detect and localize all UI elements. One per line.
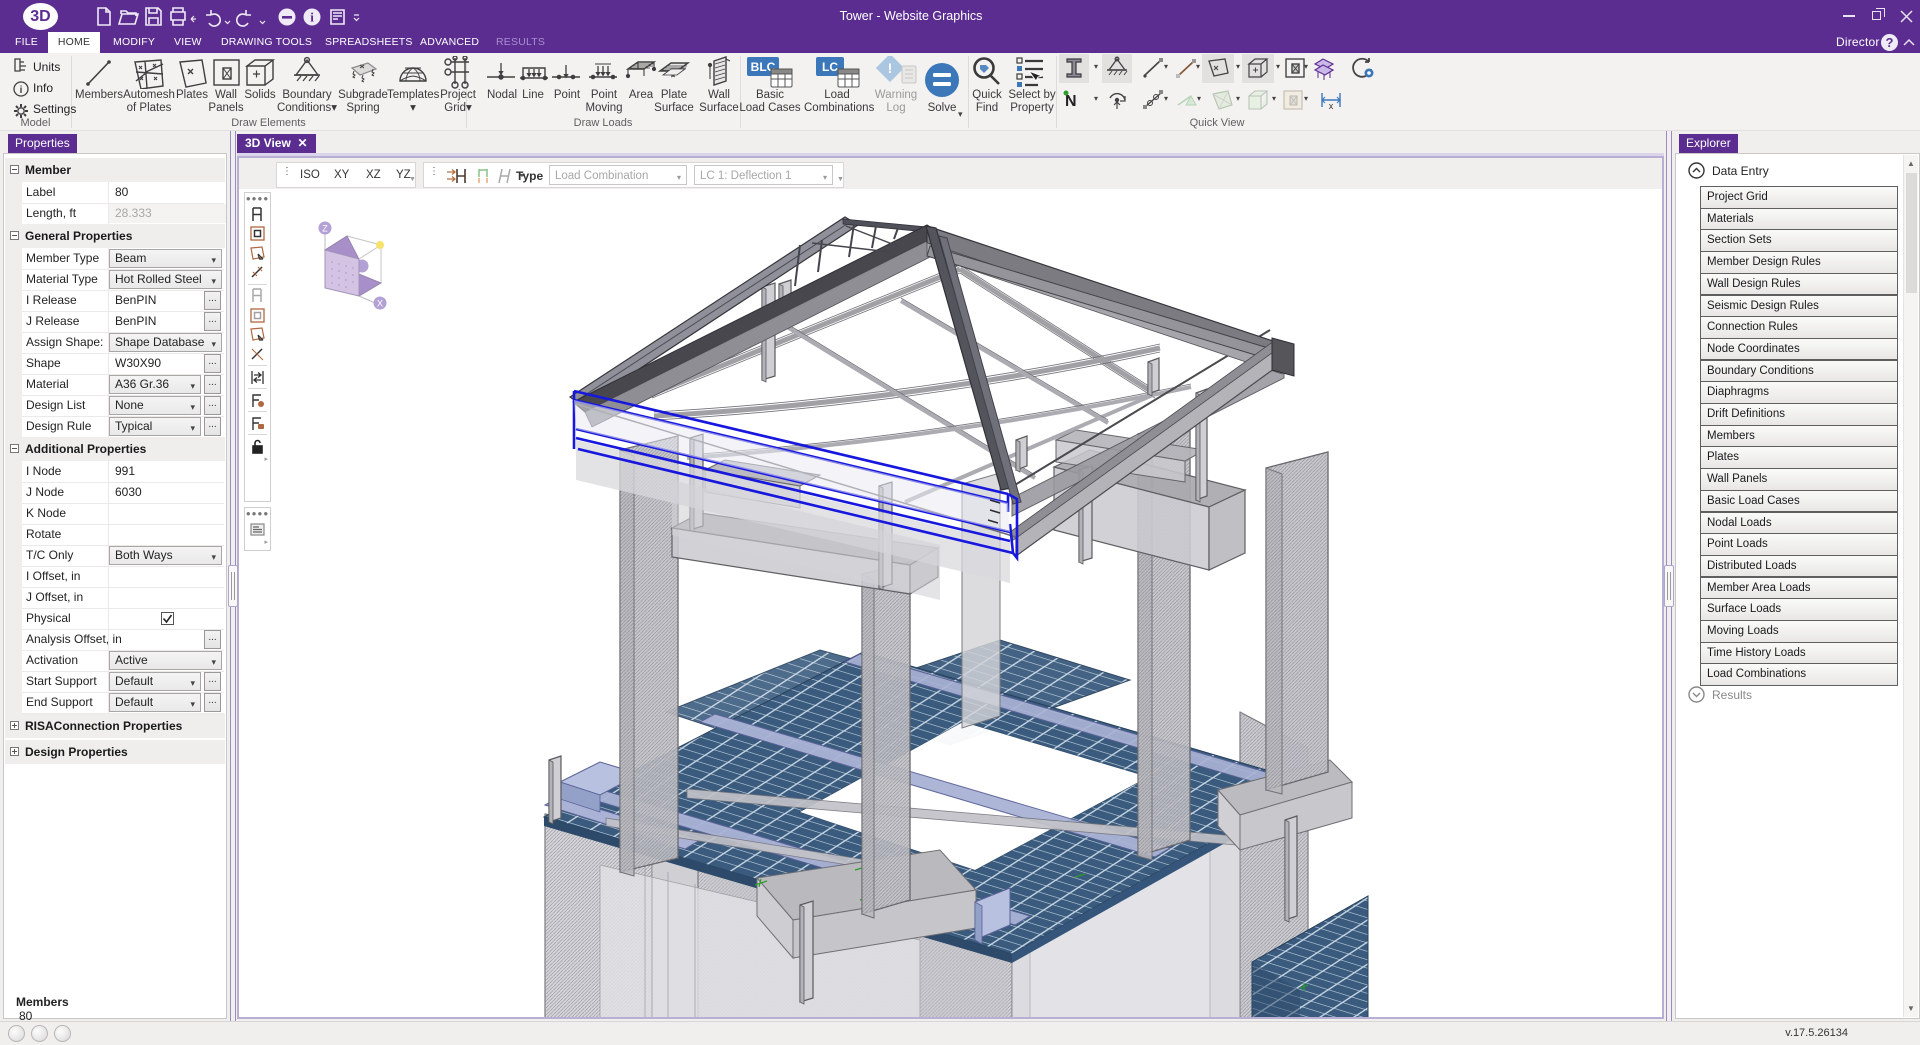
svg-text:X: X — [377, 299, 383, 309]
svg-text:N: N — [1065, 93, 1077, 110]
svg-text:i: i — [20, 85, 23, 96]
svg-text:!: ! — [888, 60, 893, 76]
svg-text:x: x — [1329, 101, 1334, 111]
svg-text:LC: LC — [822, 60, 838, 74]
svg-text:Z: Z — [322, 224, 328, 234]
